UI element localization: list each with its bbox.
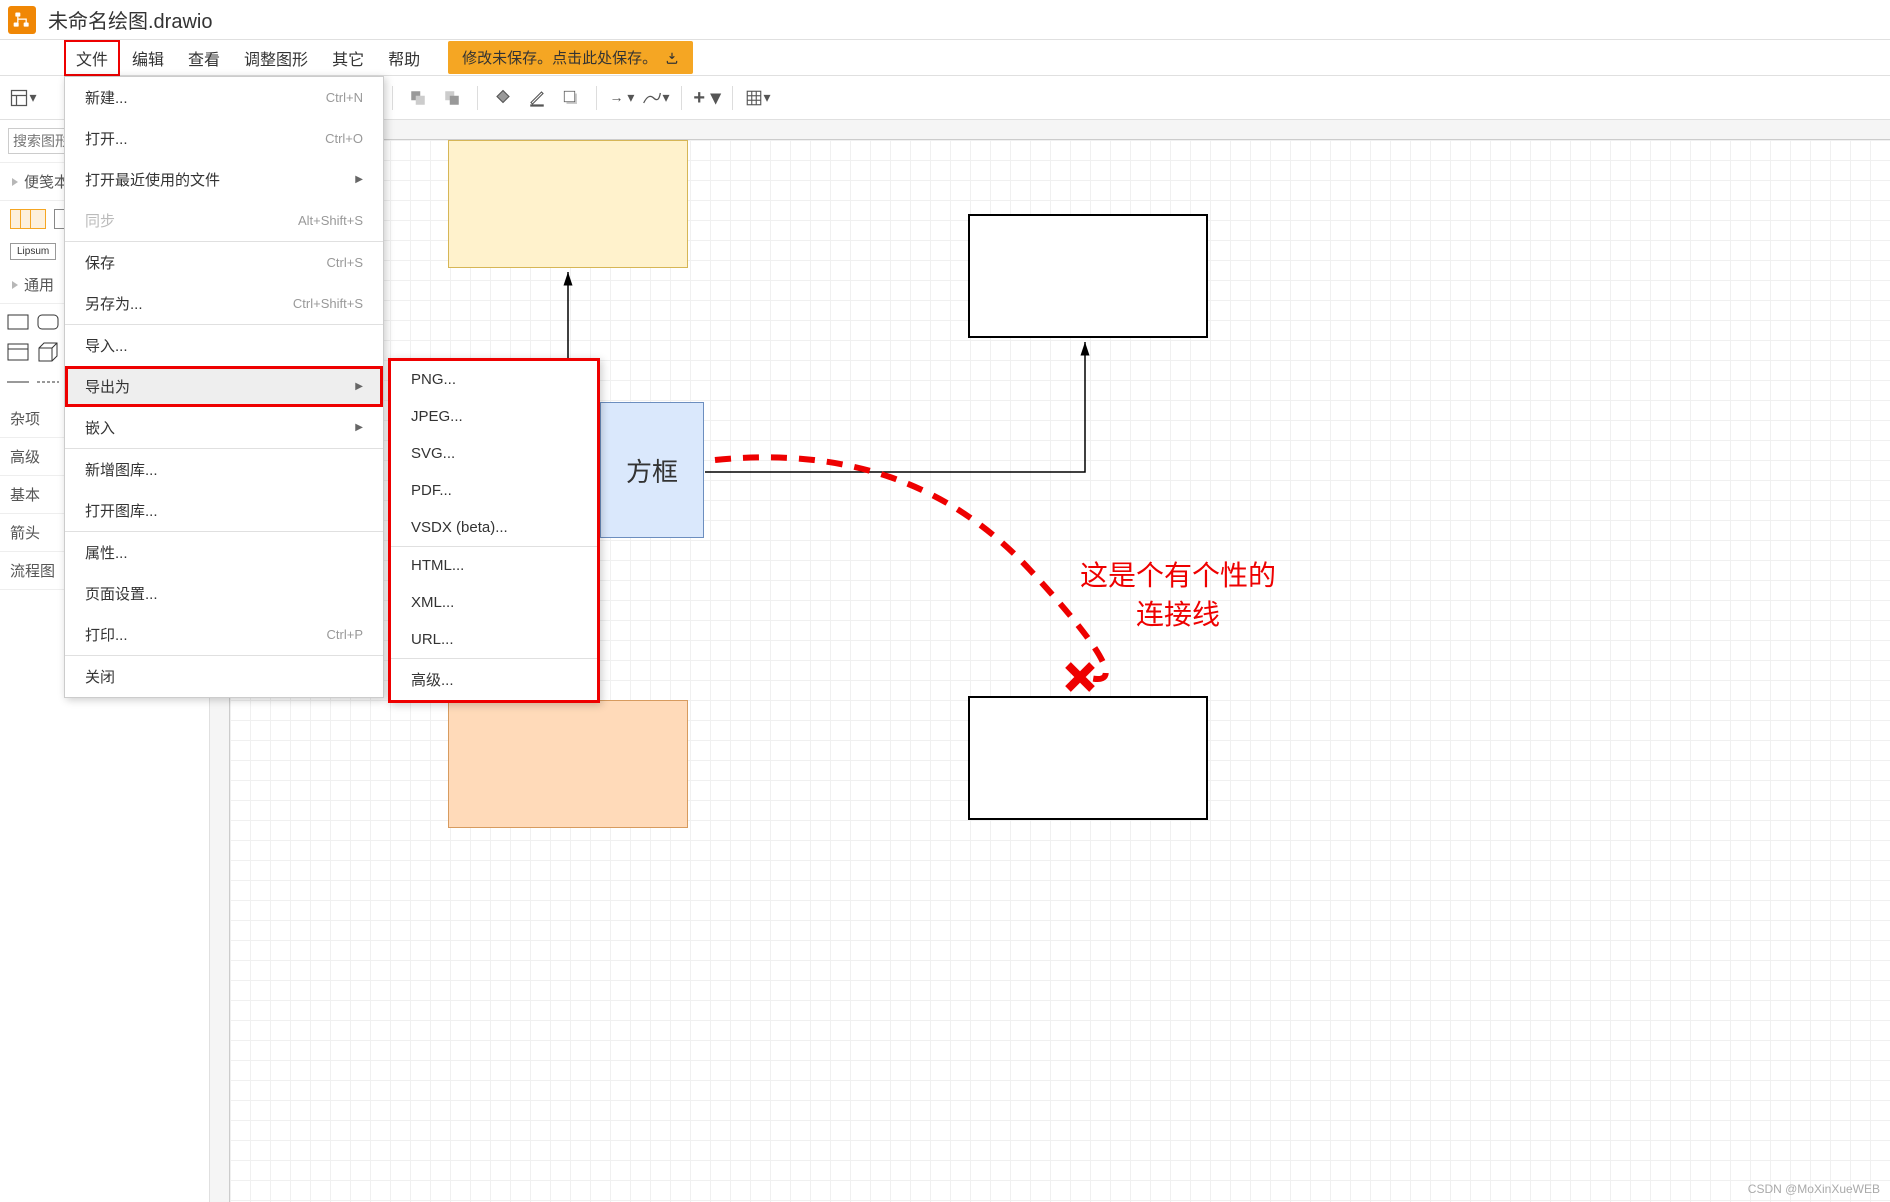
line-color-icon[interactable] [522,83,552,113]
file-menu-item[interactable]: 保存Ctrl+S [65,242,383,283]
to-back-icon[interactable] [437,83,467,113]
canvas-shape-white-2[interactable] [968,696,1208,820]
export-menu-item[interactable]: URL... [391,621,597,658]
file-menu-item[interactable]: 嵌入▶ [65,407,383,448]
document-title[interactable]: 未命名绘图.drawio [48,5,212,34]
export-menu-item[interactable]: PDF... [391,472,597,509]
menu-arrange[interactable]: 调整图形 [232,40,320,76]
file-menu-item[interactable]: 新建...Ctrl+N [65,77,383,118]
canvas-shape-white-1[interactable] [968,214,1208,338]
menu-edit[interactable]: 编辑 [120,40,176,76]
container-shape-icon[interactable] [6,340,30,364]
export-menu-item[interactable]: JPEG... [391,398,597,435]
file-menu-item[interactable]: 打印...Ctrl+P [65,614,383,655]
export-menu-item[interactable]: XML... [391,584,597,621]
watermark: CSDN @MoXinXueWEB [1748,1182,1880,1196]
annotation-text: 这是个有个性的 连接线 [1080,556,1276,634]
export-menu-item[interactable]: 高级... [391,659,597,700]
file-menu-item: 同步Alt+Shift+S [65,200,383,241]
fill-color-icon[interactable] [488,83,518,113]
roundrect-shape-icon[interactable] [36,310,60,334]
file-menu-item[interactable]: 打开最近使用的文件▶ [65,159,383,200]
export-menu-item[interactable]: HTML... [391,547,597,584]
export-menu-item[interactable]: SVG... [391,435,597,472]
menu-extras[interactable]: 其它 [320,40,376,76]
to-front-icon[interactable] [403,83,433,113]
unsaved-banner-text: 修改未保存。点击此处保存。 [462,47,657,68]
toolbar-layout-icon[interactable]: ▾ [8,83,38,113]
canvas-shape-blue[interactable]: 方框 [600,402,704,538]
file-menu-item[interactable]: 导出为▶ [65,366,383,407]
file-menu-item[interactable]: 打开...Ctrl+O [65,118,383,159]
download-icon [665,51,679,65]
export-submenu-dropdown: PNG...JPEG...SVG...PDF...VSDX (beta)...H… [388,358,600,703]
file-menu-item[interactable]: 关闭 [65,656,383,697]
add-icon[interactable]: + ▾ [692,83,722,113]
file-menu-item[interactable]: 页面设置... [65,573,383,614]
file-menu-item[interactable]: 导入... [65,325,383,366]
canvas-shape-orange[interactable] [448,700,688,828]
connection-icon[interactable]: → ▾ [607,83,637,113]
export-menu-item[interactable]: PNG... [391,361,597,398]
ruler-horizontal [210,120,1890,140]
rect-shape-icon[interactable] [6,310,30,334]
menubar: 文件 编辑 查看 调整图形 其它 帮助 修改未保存。点击此处保存。 [0,40,1890,76]
file-menu-dropdown: 新建...Ctrl+N打开...Ctrl+O打开最近使用的文件▶同步Alt+Sh… [64,76,384,698]
file-menu-item[interactable]: 新增图库... [65,449,383,490]
dashed-line-shape-icon[interactable] [36,370,60,394]
canvas-shape-yellow[interactable] [448,140,688,268]
export-menu-item[interactable]: VSDX (beta)... [391,509,597,546]
example-shape[interactable]: Lipsum [10,243,56,260]
menu-view[interactable]: 查看 [176,40,232,76]
shadow-icon[interactable] [556,83,586,113]
unsaved-banner[interactable]: 修改未保存。点击此处保存。 [448,41,693,74]
menu-file[interactable]: 文件 [64,40,120,76]
app-logo [8,6,36,34]
cube-shape-icon[interactable] [36,340,60,364]
file-menu-item[interactable]: 属性... [65,532,383,573]
file-menu-item[interactable]: 打开图库... [65,490,383,531]
waypoint-icon[interactable]: ▾ [641,83,671,113]
line-shape-icon[interactable] [6,370,30,394]
menu-help[interactable]: 帮助 [376,40,432,76]
file-menu-item[interactable]: 另存为...Ctrl+Shift+S [65,283,383,324]
table-icon[interactable]: ▾ [743,83,773,113]
